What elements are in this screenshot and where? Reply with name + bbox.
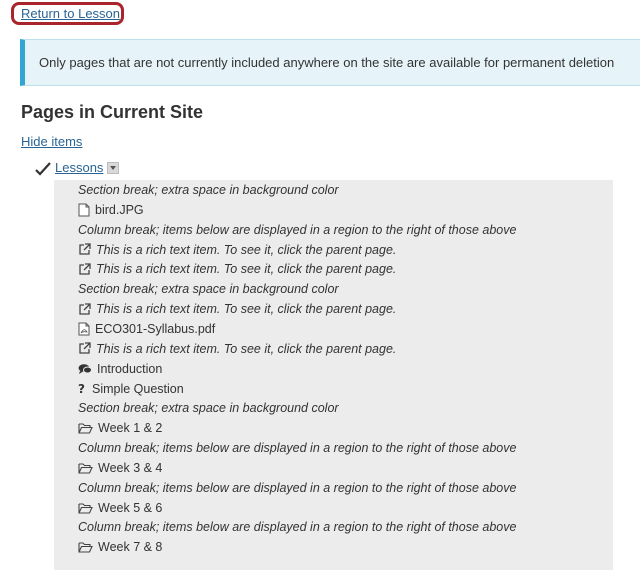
list-item: ? Simple Question — [78, 379, 184, 399]
list-item: This is a rich text item. To see it, cli… — [78, 240, 396, 260]
info-alert: Only pages that are not currently includ… — [20, 39, 640, 86]
list-item-label: This is a rich text item. To see it, cli… — [96, 302, 397, 317]
folder-open-icon — [78, 422, 98, 434]
checkmark-icon — [35, 162, 51, 176]
list-item: This is a rich text item. To see it, cli… — [78, 259, 396, 279]
list-item-label: This is a rich text item. To see it, cli… — [96, 341, 397, 356]
list-item-label: Introduction — [97, 361, 163, 376]
list-item: bird.JPG — [78, 200, 144, 220]
list-item: Week 3 & 4 — [78, 458, 162, 478]
list-item-label: Column break; items below are displayed … — [78, 441, 517, 456]
external-link-icon — [78, 302, 96, 316]
hide-items-link[interactable]: Hide items — [21, 134, 82, 149]
lessons-link[interactable]: Lessons — [55, 160, 103, 175]
folder-open-icon — [78, 541, 98, 553]
chat-bubbles-icon — [78, 363, 97, 375]
external-link-icon — [78, 342, 96, 355]
list-item-label: Week 3 & 4 — [98, 460, 163, 475]
list-item-label: bird.JPG — [95, 202, 144, 217]
pdf-file-icon — [78, 322, 95, 336]
list-item: Section break; extra space in background… — [78, 279, 339, 299]
list-item-label: Section break; extra space in background… — [78, 401, 339, 416]
list-item: Section break; extra space in background… — [78, 398, 339, 418]
list-item: Section break; extra space in background… — [78, 180, 339, 200]
list-item-label: Section break; extra space in background… — [78, 183, 339, 197]
return-to-lesson-link[interactable]: Return to Lesson — [21, 6, 120, 21]
list-item-label: This is a rich text item. To see it, cli… — [96, 242, 397, 257]
list-item: This is a rich text item. To see it, cli… — [78, 339, 396, 359]
info-alert-text: Only pages that are not currently includ… — [39, 55, 615, 70]
list-item-label: This is a rich text item. To see it, cli… — [96, 262, 397, 277]
folder-open-icon — [78, 502, 98, 514]
list-item: This is a rich text item. To see it, cli… — [78, 299, 396, 319]
list-item: Column break; items below are displayed … — [78, 478, 516, 498]
list-item-label: Section break; extra space in background… — [78, 282, 339, 297]
question-icon: ? — [78, 382, 92, 395]
list-item-label: Week 5 & 6 — [98, 500, 163, 515]
chevron-down-icon[interactable] — [107, 162, 119, 174]
list-item: Introduction — [78, 359, 162, 379]
list-item-label: Column break; items below are displayed … — [78, 222, 517, 237]
list-item-label: Column break; items below are displayed … — [78, 520, 517, 535]
external-link-icon — [78, 263, 96, 276]
list-item-label: Column break; items below are displayed … — [78, 480, 517, 495]
list-item-label: Week 1 & 2 — [98, 421, 163, 436]
list-item-label: Simple Question — [92, 381, 184, 396]
list-item: ECO301-Syllabus.pdf — [78, 319, 215, 339]
list-item-label: Week 7 & 8 — [98, 540, 163, 555]
list-item: Week 7 & 8 — [78, 537, 162, 557]
page-title: Pages in Current Site — [21, 102, 204, 122]
external-link-icon — [78, 243, 96, 256]
file-icon — [78, 203, 95, 217]
svg-text:?: ? — [78, 382, 85, 395]
pages-item-list: Section break; extra space in background… — [54, 180, 613, 570]
list-item: Week 5 & 6 — [78, 498, 162, 518]
list-item: Column break; items below are displayed … — [78, 517, 516, 537]
list-item: Column break; items below are displayed … — [78, 220, 516, 240]
list-item-label: ECO301-Syllabus.pdf — [95, 321, 216, 336]
folder-open-icon — [78, 462, 98, 474]
list-item: Column break; items below are displayed … — [78, 438, 516, 458]
list-item: Week 1 & 2 — [78, 418, 162, 438]
